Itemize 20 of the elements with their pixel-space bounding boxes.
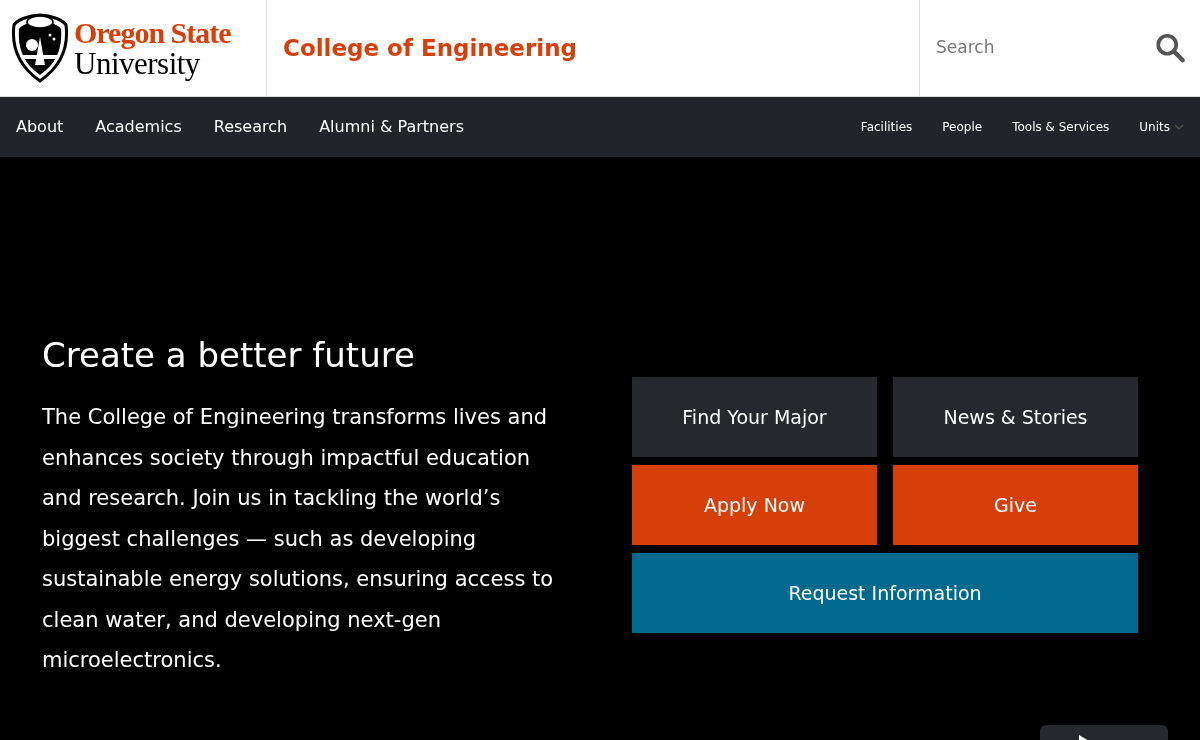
shield-emblem-icon (10, 11, 70, 85)
nav-link[interactable]: About (16, 115, 64, 139)
hero-button[interactable]: Apply Now (632, 465, 877, 545)
nav-link[interactable]: Alumni & Partners (319, 115, 464, 139)
logo-wordmark[interactable]: Oregon State (74, 17, 231, 48)
nav-link[interactable]: Academics (95, 115, 182, 139)
nav-link[interactable]: Research (213, 115, 288, 139)
hero-button[interactable]: Request Information (632, 553, 1138, 633)
chevron-down-icon (1174, 124, 1184, 130)
hero-button[interactable]: News & Stories (893, 377, 1138, 457)
search-field[interactable]: Search (936, 35, 1155, 61)
nav-link[interactable]: People (942, 118, 983, 136)
site-title-link[interactable]: College of Engineering (283, 30, 577, 66)
hero-button[interactable]: Find Your Major (632, 377, 877, 457)
hero-heading: Create a better future (42, 335, 416, 375)
nav-link[interactable]: Facilities (860, 118, 913, 136)
nav-link[interactable]: Tools & Services (1012, 118, 1110, 136)
hero-button[interactable]: Give (893, 465, 1138, 545)
nav-dropdown[interactable]: Units (1139, 118, 1184, 136)
hero-paragraph: The College of Engineering transforms lives and enhances society through impactful education and research. Join us in tackling the world’s biggest challenges — such as developing sustainable energy solutions, ensuring access to clean water, and developing next-gen microelectronics. (42, 404, 555, 674)
